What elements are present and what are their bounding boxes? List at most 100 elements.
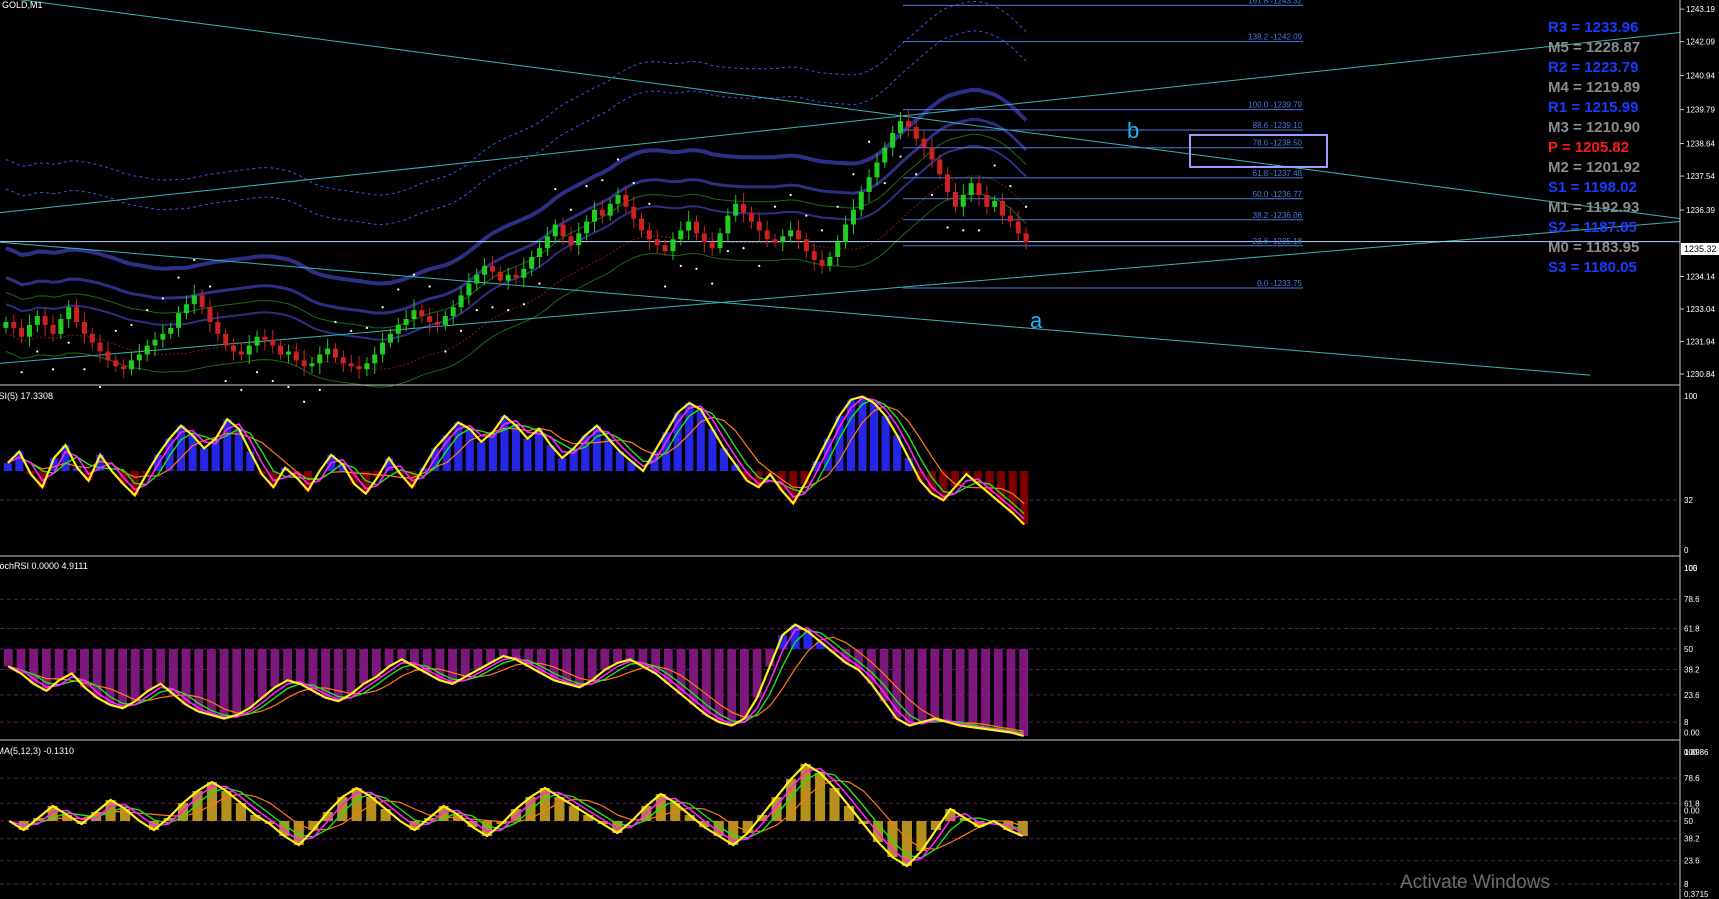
sar-dot — [868, 140, 871, 143]
candle-body — [615, 194, 621, 204]
histogram-bar — [981, 649, 991, 730]
candle-body — [1007, 215, 1013, 222]
sar-dot — [695, 267, 698, 270]
histogram-bar — [295, 649, 305, 684]
candle-body — [152, 339, 158, 346]
histogram-bar — [587, 649, 597, 681]
candle-body — [121, 366, 127, 370]
pivot-label: M5 = 1228.87 — [1548, 39, 1640, 56]
candle-body — [866, 177, 872, 192]
candle-body — [293, 351, 299, 361]
candle-body — [631, 206, 637, 219]
candle-body — [756, 221, 762, 231]
candle-body — [937, 159, 943, 175]
sar-dot — [287, 385, 290, 389]
sar-dot — [648, 202, 651, 205]
candle-body — [278, 345, 284, 355]
candle-body — [11, 321, 17, 328]
price-axis-label: 1231.94 — [1686, 337, 1715, 346]
candle-body — [882, 147, 888, 163]
sar-dot — [962, 229, 965, 232]
candle-body — [780, 236, 786, 243]
candle-body — [333, 348, 339, 358]
candle-body — [356, 366, 362, 370]
candle-body — [1015, 221, 1021, 234]
candle-body — [411, 310, 417, 320]
sar-dot — [993, 164, 996, 167]
candle-body — [207, 307, 213, 322]
sar-dot — [554, 187, 557, 191]
sar-dot — [883, 182, 886, 185]
histogram-bar — [696, 409, 705, 471]
candle-body — [984, 194, 990, 207]
candle-body — [960, 194, 966, 207]
candle-body — [348, 363, 354, 367]
oscillator-axis-label: 50 — [1684, 817, 1693, 826]
candle-body — [568, 236, 574, 246]
candle-body — [764, 230, 770, 240]
candle-body — [105, 351, 111, 361]
candle-body — [176, 313, 182, 328]
candle-body — [317, 354, 323, 364]
histogram-bar — [397, 649, 407, 660]
price-axis-label: 1236.39 — [1686, 206, 1715, 215]
sar-dot — [381, 306, 384, 309]
sar-dot — [711, 282, 714, 285]
candle-body — [607, 203, 613, 216]
sar-dot — [255, 371, 259, 374]
candle-body — [270, 339, 276, 346]
sar-dot — [852, 173, 855, 176]
sar-dot — [397, 288, 400, 291]
histogram-bar — [168, 649, 178, 695]
oscillator-axis-label: 100 — [1684, 392, 1698, 401]
sar-dot — [444, 350, 447, 353]
price-axis-label: 1242.09 — [1686, 38, 1715, 47]
fib-level-label: 161.8 -1243.32 — [1248, 0, 1302, 5]
histogram-bar — [604, 438, 613, 471]
fib-level-label: 138.2 -1242.09 — [1248, 33, 1302, 42]
candle-body — [552, 224, 558, 237]
histogram-bar — [523, 438, 532, 471]
fib-level-label: 50.0 -1236.77 — [1253, 190, 1303, 199]
pivot-label: R1 = 1215.99 — [1548, 99, 1639, 116]
oscillator-axis-label: 78.6 — [1684, 774, 1700, 783]
histogram-bar — [3, 649, 13, 667]
histogram-bar — [257, 649, 267, 698]
candle-body — [246, 345, 252, 355]
histogram-bar — [613, 649, 622, 663]
histogram-bar — [194, 649, 204, 712]
candle-body — [678, 230, 684, 240]
histogram-bar — [246, 451, 255, 471]
candle-body — [301, 360, 307, 367]
sar-dot — [303, 400, 306, 403]
candle-body — [58, 319, 64, 334]
sar-dot — [67, 341, 70, 344]
oscillator-axis-label: 0 — [1684, 546, 1689, 555]
histogram-bar — [188, 435, 197, 471]
histogram-bar — [192, 791, 203, 821]
candle-body — [945, 174, 951, 192]
sar-dot — [36, 350, 39, 353]
candle-body — [686, 221, 692, 231]
sar-dot — [334, 320, 337, 324]
histogram-bar — [371, 649, 381, 677]
candle-body — [513, 274, 519, 278]
candle-body — [913, 127, 919, 139]
sar-dot — [679, 264, 682, 267]
candle-body — [772, 239, 778, 243]
sar-dot — [459, 329, 463, 332]
oscillator-axis-label: 0.8986 — [1684, 748, 1709, 757]
histogram-bar — [245, 649, 254, 709]
candle-body — [458, 295, 464, 308]
histogram-bar — [1006, 649, 1016, 733]
price-axis-label: 1238.64 — [1686, 140, 1715, 149]
candle-body — [992, 200, 998, 207]
candle-body — [929, 147, 935, 160]
candle-body — [576, 233, 582, 246]
candle-body — [670, 239, 676, 252]
sar-dot — [773, 205, 777, 208]
histogram-bar — [156, 649, 166, 684]
candle-body — [584, 221, 590, 234]
candle-body — [905, 121, 911, 128]
candle-body — [340, 357, 346, 364]
